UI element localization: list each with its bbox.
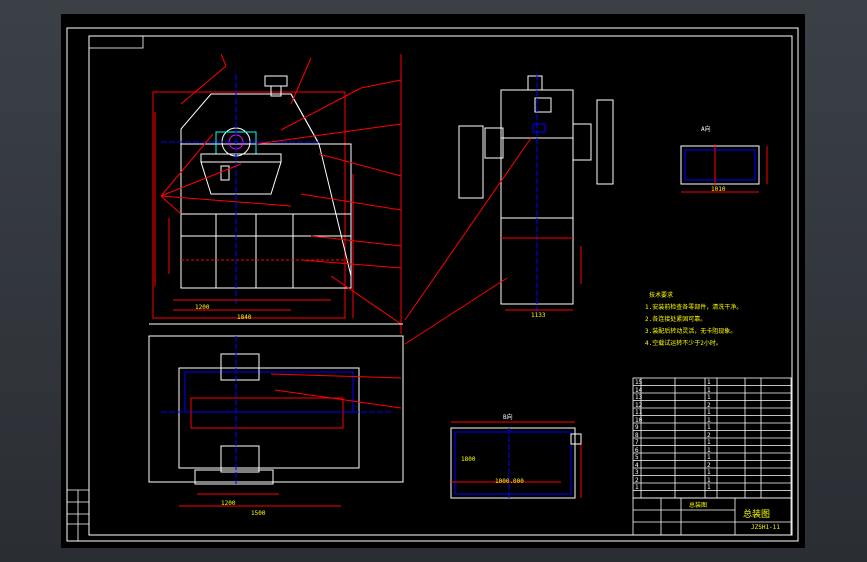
- parts-cell: 1: [707, 476, 711, 484]
- parts-cell: 1: [707, 469, 711, 476]
- parts-cell: 1: [707, 379, 711, 386]
- parts-cell: 3: [635, 469, 639, 476]
- parts-cell: 6: [635, 446, 639, 454]
- tech-note-line: 4.空载试运转不少于2小时。: [645, 340, 722, 347]
- parts-cell: 5: [635, 454, 639, 461]
- parts-cell: 2: [635, 476, 639, 484]
- tech-notes-heading: 技术要求: [649, 292, 674, 299]
- title-block-caption: 总装图: [689, 502, 708, 509]
- top-view: [148, 323, 404, 507]
- front-dim-left: 1200: [195, 304, 210, 311]
- drawing-code: JZSH1-11: [751, 524, 780, 531]
- detail-b-dim-2: 1000.000: [495, 478, 524, 485]
- parts-cell: 1: [707, 394, 711, 401]
- drawing-sheet[interactable]: 技术要求 1.安装前检查各零部件，清洗干净。 2.各连接处紧固可靠。 3.装配后转动…: [61, 14, 805, 548]
- tech-note-line: 1.安装前检查各零部件，清洗干净。: [645, 304, 743, 311]
- parts-cell: 1: [635, 484, 639, 491]
- top-dim-2: 1500: [251, 510, 266, 517]
- side-dim: 1133: [531, 312, 546, 319]
- tech-note-line: 2.各连接处紧固可靠。: [645, 316, 707, 323]
- detail-view-a: [680, 144, 768, 193]
- outer-border: [66, 27, 799, 542]
- detail-b-label: B向: [503, 414, 513, 421]
- cad-viewport[interactable]: 技术要求 1.安装前检查各零部件，清洗干净。 2.各连接处紧固可靠。 3.装配后转动…: [0, 0, 867, 562]
- parts-list-table: [632, 377, 792, 499]
- drawing-title: 总装图: [743, 510, 771, 520]
- parts-cell: 2: [707, 431, 711, 439]
- parts-cell: 4: [635, 461, 639, 469]
- parts-cell: 7: [635, 439, 639, 446]
- drawing-canvas: [66, 27, 799, 542]
- parts-cell: 1: [707, 386, 711, 394]
- detail-b-dim-1: 1800: [461, 456, 476, 463]
- parts-cell: 2: [707, 461, 711, 469]
- parts-cell: 13: [635, 394, 643, 401]
- parts-cell: 1: [707, 446, 711, 454]
- side-view: [404, 74, 614, 345]
- front-view: [152, 53, 402, 334]
- parts-cell: 12: [635, 401, 643, 409]
- detail-a-dim: 1010: [711, 186, 726, 193]
- title-block: [67, 489, 792, 541]
- parts-cell: 15: [635, 379, 643, 386]
- detail-a-label: A向: [701, 126, 711, 133]
- drawing-no-box: [88, 35, 144, 49]
- parts-cell: 10: [635, 416, 643, 424]
- front-dim-bottom: 1840: [237, 314, 252, 321]
- tech-note-line: 3.装配后转动灵活，无卡阻现象。: [645, 328, 737, 335]
- parts-cell: 1: [707, 416, 711, 424]
- parts-cell: 14: [635, 386, 643, 394]
- top-dim-1: 1200: [221, 500, 236, 507]
- parts-cell: 2: [707, 401, 711, 409]
- parts-cell: 9: [635, 424, 639, 431]
- parts-cell: 1: [707, 454, 711, 461]
- parts-cell: 11: [635, 409, 643, 416]
- parts-cell: 8: [635, 431, 639, 439]
- parts-cell: 1: [707, 439, 711, 446]
- parts-cell: 1: [707, 484, 711, 491]
- parts-cell: 1: [707, 409, 711, 416]
- parts-cell: 1: [707, 424, 711, 431]
